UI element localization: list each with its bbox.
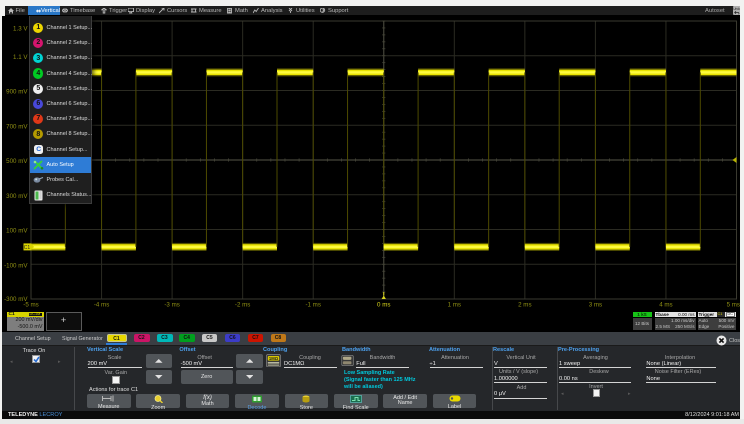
svg-text:0 ms: 0 ms	[377, 301, 390, 308]
svg-text:-5 ms: -5 ms	[23, 301, 38, 308]
svg-text:1MΩ: 1MΩ	[269, 355, 279, 360]
svg-text:2 ms: 2 ms	[518, 301, 531, 308]
svg-text:-4 ms: -4 ms	[94, 301, 109, 308]
svg-text:1 ms: 1 ms	[448, 301, 461, 308]
svg-text:100 mV: 100 mV	[6, 227, 28, 234]
svg-text:-3 ms: -3 ms	[164, 301, 179, 308]
svg-text:1.3 V: 1.3 V	[13, 25, 28, 32]
svg-text:C1: C1	[24, 245, 31, 251]
svg-text:4 ms: 4 ms	[659, 301, 672, 308]
svg-text:-1 ms: -1 ms	[305, 301, 320, 308]
svg-text:700 mV: 700 mV	[6, 123, 28, 130]
svg-text:1.1 V: 1.1 V	[13, 53, 28, 60]
svg-text:5 ms: 5 ms	[727, 301, 740, 308]
svg-text:-100 mV: -100 mV	[4, 262, 28, 269]
svg-text:300 mV: 300 mV	[6, 192, 28, 199]
svg-text:900 mV: 900 mV	[6, 88, 28, 95]
svg-text:-2 ms: -2 ms	[235, 301, 250, 308]
svg-text:3 ms: 3 ms	[589, 301, 602, 308]
svg-text:500 mV: 500 mV	[6, 158, 28, 165]
